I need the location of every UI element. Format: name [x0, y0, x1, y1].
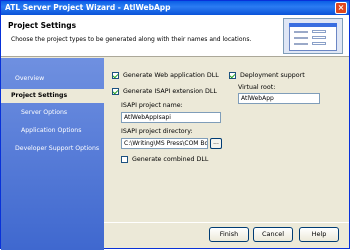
virtual-root-input[interactable]: AtlWebApp — [238, 93, 320, 104]
sidebar-item-server-options[interactable]: Server Options — [1, 106, 104, 120]
wizard-banner-icon — [283, 18, 343, 54]
wizard-sidebar: Overview Project Settings Server Options… — [1, 58, 104, 250]
deployment-support-label: Deployment support — [240, 72, 305, 79]
page-description: Choose the project types to be generated… — [11, 36, 252, 43]
isapi-project-directory-label: ISAPI project directory: — [121, 128, 193, 135]
window-title: ATL Server Project Wizard - AtlWebApp — [5, 3, 171, 12]
isapi-project-directory-input[interactable]: C:\Writing\MS Press\COM Boo — [121, 138, 208, 149]
generate-isapi-dll-checkbox[interactable] — [112, 88, 119, 95]
sidebar-item-project-settings[interactable]: Project Settings — [1, 89, 104, 103]
sidebar-item-developer-support-options[interactable]: Developer Support Options — [1, 142, 104, 156]
browse-button[interactable]: ... — [210, 138, 222, 149]
deployment-support-checkbox[interactable] — [229, 72, 236, 79]
generate-isapi-dll-label: Generate ISAPI extension DLL — [123, 88, 217, 95]
title-bar: ATL Server Project Wizard - AtlWebApp × — [1, 1, 349, 15]
sidebar-item-application-options[interactable]: Application Options — [1, 124, 104, 138]
close-icon[interactable]: × — [335, 2, 347, 14]
isapi-project-name-label: ISAPI project name: — [121, 102, 183, 109]
page-title: Project Settings — [8, 21, 77, 30]
wizard-header: Project Settings Choose the project type… — [1, 15, 349, 57]
generate-combined-dll-checkbox[interactable] — [121, 156, 128, 163]
project-settings-panel: Generate Web application DLL Generate IS… — [104, 58, 349, 218]
sidebar-item-overview[interactable]: Overview — [1, 72, 104, 86]
isapi-project-name-input[interactable]: AtlWebAppIsapi — [121, 112, 221, 123]
wizard-window: ATL Server Project Wizard - AtlWebApp × … — [0, 0, 350, 250]
generate-web-app-dll-checkbox[interactable] — [112, 72, 119, 79]
virtual-root-label: Virtual root: — [238, 84, 276, 91]
finish-button[interactable]: Finish — [209, 227, 249, 242]
cancel-button[interactable]: Cancel — [253, 227, 293, 242]
generate-web-app-dll-label: Generate Web application DLL — [123, 72, 219, 79]
generate-combined-dll-label: Generate combined DLL — [132, 156, 209, 163]
footer-divider — [104, 222, 349, 223]
help-button[interactable]: Help — [299, 227, 339, 242]
